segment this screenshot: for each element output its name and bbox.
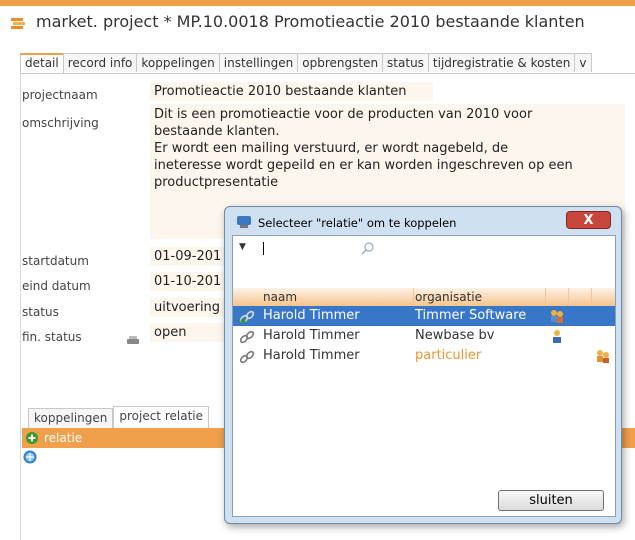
tab-detail[interactable]: detail <box>20 53 64 73</box>
finstatus-field[interactable]: open <box>150 323 230 342</box>
organisation-contacts-icon <box>551 310 563 323</box>
tab-status[interactable]: status <box>382 53 429 72</box>
project-icon <box>11 18 25 29</box>
text-cursor <box>263 242 264 255</box>
column-separator <box>568 288 569 306</box>
top-accent-bar <box>0 0 635 6</box>
dialog-app-icon <box>237 216 251 228</box>
private-persons-icon <box>597 350 609 363</box>
einddatum-field[interactable]: 01-10-201 <box>150 272 230 291</box>
column-separator <box>413 288 414 306</box>
table-row[interactable]: Harold Timmer Newbase bv <box>233 326 615 346</box>
tab-koppelingen[interactable]: koppelingen <box>136 53 220 72</box>
tab-opbrengsten[interactable]: opbrengsten <box>297 53 384 72</box>
relatie-header-label: relatie <box>44 431 83 445</box>
column-separator <box>545 288 546 306</box>
startdatum-label: startdatum <box>22 254 89 268</box>
subtab-koppelingen[interactable]: koppelingen <box>28 408 114 429</box>
row-organisatie: particulier <box>415 348 482 363</box>
search-icon[interactable] <box>361 241 375 255</box>
omschrijving-line: Er wordt een mailing verstuurd, er wordt… <box>154 141 509 156</box>
row-organisatie: Timmer Software <box>415 308 527 323</box>
table-header: naam organisatie <box>233 288 615 306</box>
search-box[interactable]: ▼ <box>235 238 385 258</box>
projectnaam-field[interactable]: Promotieactie 2010 bestaande klanten <box>150 82 433 101</box>
startdatum-field[interactable]: 01-09-201 <box>150 247 230 266</box>
omschrijving-label: omschrijving <box>22 116 99 130</box>
omschrijving-line: productpresentatie <box>154 175 279 190</box>
sub-tabs: koppelingen project relatie <box>28 406 209 429</box>
printer-icon[interactable] <box>127 336 139 345</box>
column-separator <box>591 288 592 306</box>
link-icon <box>239 350 255 364</box>
table-row[interactable]: Harold Timmer Timmer Software <box>233 306 615 326</box>
einddatum-label: eind datum <box>22 279 91 293</box>
dialog-title: Selecteer "relatie" om te koppelen <box>258 216 457 230</box>
add-icon[interactable] <box>26 432 38 444</box>
link-icon <box>239 330 255 344</box>
row-naam: Harold Timmer <box>263 308 360 323</box>
row-naam: Harold Timmer <box>263 348 360 363</box>
omschrijving-line: bestaande klanten. <box>154 124 280 139</box>
tab-tijdregistratie[interactable]: tijdregistratie & kosten <box>427 53 576 72</box>
finstatus-label: fin. status <box>22 330 82 344</box>
content-border <box>20 73 21 540</box>
tab-more[interactable]: v <box>574 53 592 72</box>
dialog-body: ▼ naam organisatie Harold Timmer Timmer <box>232 235 616 517</box>
row-naam: Harold Timmer <box>263 328 360 343</box>
tab-instellingen[interactable]: instellingen <box>218 53 299 72</box>
status-field[interactable]: uitvoering <box>150 298 230 317</box>
omschrijving-line: ineteresse wordt gepeild en er kan worde… <box>154 158 573 173</box>
info-icon[interactable] <box>23 450 37 464</box>
dropdown-arrow-icon[interactable]: ▼ <box>239 242 246 252</box>
select-relatie-dialog: Selecteer "relatie" om te koppelen X ▼ n… <box>224 206 622 524</box>
subtab-project-relatie[interactable]: project relatie <box>113 406 209 429</box>
tab-record-info[interactable]: record info <box>62 53 138 72</box>
contact-person-icon <box>553 330 561 343</box>
column-organisatie[interactable]: organisatie <box>415 290 482 304</box>
window-title: market. project * MP.10.0018 Promotieact… <box>36 12 585 31</box>
projectnaam-label: projectnaam <box>22 88 98 102</box>
table-row[interactable]: Harold Timmer particulier <box>233 346 615 366</box>
main-tabs: detail record info koppelingen instellingen… <box>20 53 635 74</box>
close-button[interactable]: X <box>566 211 611 229</box>
omschrijving-line: Dit is een promotieactie voor de product… <box>154 107 533 122</box>
column-naam[interactable]: naam <box>263 290 297 304</box>
link-icon <box>239 310 255 324</box>
row-organisatie: Newbase bv <box>415 328 495 343</box>
sluiten-button[interactable]: sluiten <box>498 490 604 511</box>
status-label: status <box>22 305 59 319</box>
dialog-titlebar[interactable]: Selecteer "relatie" om te koppelen X <box>225 207 621 233</box>
